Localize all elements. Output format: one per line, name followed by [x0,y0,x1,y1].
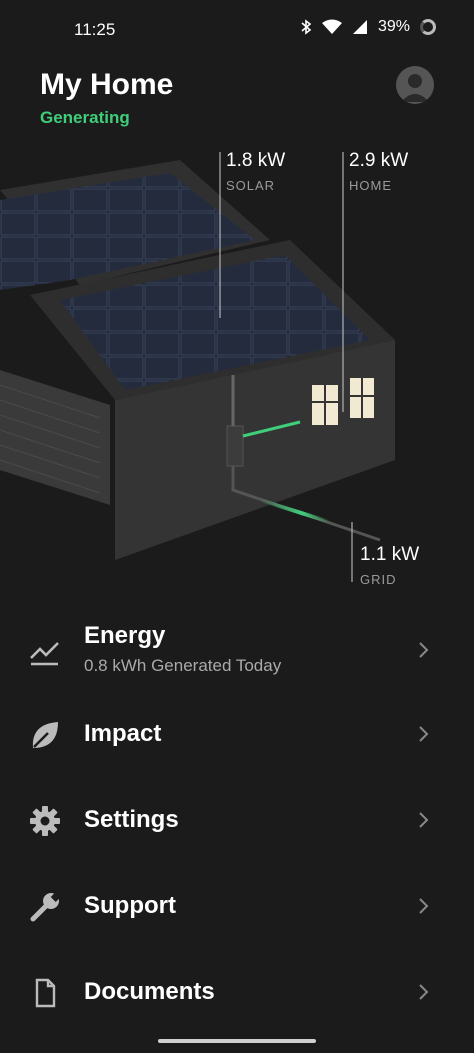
chevron-right-icon [419,984,429,1000]
avatar[interactable] [396,66,434,104]
inverter [226,425,244,467]
grid-metric: 1.1 kW GRID [360,544,419,587]
home-metric: 2.9 kW HOME [349,150,408,193]
status-icons: 39% [300,18,436,36]
status-text: Generating [40,108,130,127]
home-value: 2.9 kW [349,150,409,171]
grid-label: GRID [360,572,397,587]
menu-label-documents: Documents [84,978,215,1005]
menu-sub-energy: 0.8 kWh Generated Today [84,656,282,675]
menu-item-impact[interactable]: Impact [0,710,474,780]
gear-icon [30,806,60,836]
signal-icon [352,20,367,34]
status-time: 11:25 [74,20,116,39]
solar-metric: 1.8 kW SOLAR [226,150,285,193]
gesture-nav-handle[interactable] [158,1039,316,1043]
menu-item-documents[interactable]: Documents [0,968,474,1038]
menu-label-support: Support [84,892,176,919]
solar-value: 1.8 kW [226,150,286,171]
wifi-icon [321,19,342,34]
battery-icon [420,19,436,35]
person-icon [401,74,429,102]
chevron-right-icon [419,812,429,828]
menu-item-settings[interactable]: Settings [0,796,474,866]
document-icon [35,978,56,1008]
chart-line-icon [30,642,59,666]
chevron-right-icon [419,642,429,658]
menu-label-impact: Impact [84,720,162,747]
house-illustration [0,152,395,582]
page-title: My Home [40,68,174,101]
chevron-right-icon [419,898,429,914]
battery-percent: 39% [377,18,410,35]
chevron-right-icon [419,726,429,742]
leaf-icon [32,722,58,748]
grid-value: 1.1 kW [360,544,420,565]
home-label: HOME [349,178,392,193]
solar-label: SOLAR [226,178,276,193]
menu-item-energy[interactable]: Energy 0.8 kWh Generated Today [0,618,474,688]
menu-item-support[interactable]: Support [0,882,474,952]
bluetooth-icon [301,19,312,35]
menu-label-energy: Energy [84,622,166,649]
menu-label-settings: Settings [84,806,179,833]
status-bar: 11:25 39% [0,0,474,58]
wrench-icon [30,892,61,922]
